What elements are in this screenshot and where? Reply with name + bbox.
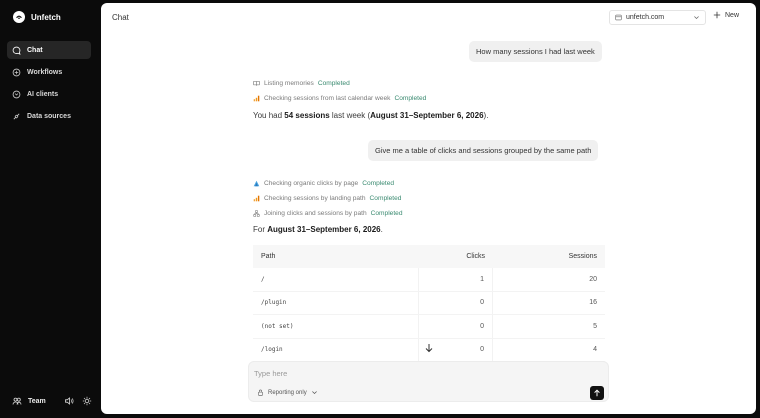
team-label: Team — [28, 397, 46, 405]
main-panel: Chat unfetch.com New How many sessions I… — [101, 3, 756, 414]
sidebar-footer: Team — [12, 396, 92, 406]
top-bar: Chat unfetch.com New — [101, 3, 756, 31]
lock-icon — [258, 389, 263, 396]
cell-clicks: 0 — [480, 322, 484, 330]
sidebar-item-ai-clients[interactable]: AI clients — [7, 85, 91, 103]
cell-path: /plugin — [261, 299, 287, 307]
table-row: /plugin 0 16 — [253, 291, 605, 315]
answer-count: 54 sessions — [284, 111, 330, 120]
cell-path: /login — [261, 346, 283, 354]
bar-chart-icon — [253, 195, 260, 202]
new-chat-button[interactable]: New — [713, 11, 739, 19]
cell-clicks: 1 — [480, 275, 484, 283]
answer-text: For — [253, 225, 268, 234]
cell-sessions: 16 — [589, 299, 597, 307]
tool-step-text: Checking sessions by landing path — [264, 195, 366, 202]
table-header: Path Clicks Sessions — [253, 245, 605, 268]
assistant-answer: For August 31–September 6, 2026. — [253, 225, 383, 234]
user-message: How many sessions I had last week — [469, 41, 602, 62]
tool-step: Checking sessions from last calendar wee… — [253, 95, 426, 102]
tool-step-text: Checking sessions from last calendar wee… — [264, 95, 391, 102]
tool-step-status: Completed — [394, 95, 427, 102]
sidebar-item-label: Chat — [27, 46, 43, 54]
cell-clicks: 0 — [480, 346, 484, 354]
tool-step: Checking sessions by landing path Comple… — [253, 195, 401, 202]
workflows-icon — [12, 68, 21, 76]
tool-step-status: Completed — [317, 80, 350, 87]
tool-step: Joining clicks and sessions by path Comp… — [253, 210, 403, 217]
cell-sessions: 20 — [589, 275, 597, 283]
column-header-clicks: Clicks — [466, 253, 485, 260]
new-chat-label: New — [725, 11, 740, 19]
answer-date-range: August 31–September 6, 2026 — [267, 225, 381, 234]
sidebar-item-label: AI clients — [27, 90, 59, 98]
plus-icon — [713, 11, 721, 19]
answer-date-range: August 31–September 6, 2026 — [370, 111, 484, 120]
answer-text: You had — [253, 111, 285, 120]
search-console-icon — [253, 180, 260, 187]
tool-step: Checking organic clicks by page Complete… — [253, 180, 394, 187]
page-title: Chat — [112, 13, 129, 22]
user-message: Give me a table of clicks and sessions g… — [368, 140, 599, 161]
assistant-answer: You had 54 sessions last week (August 31… — [253, 111, 488, 120]
cell-sessions: 4 — [593, 346, 597, 354]
site-select[interactable]: unfetch.com — [609, 10, 706, 25]
sidebar-nav: Chat Workflows AI clients Data sources — [7, 41, 91, 129]
sidebar-item-workflows[interactable]: Workflows — [7, 63, 91, 81]
brand[interactable]: Unfetch — [13, 11, 61, 23]
sidebar-item-label: Workflows — [27, 68, 63, 76]
site-icon — [615, 14, 622, 21]
sidebar-item-label: Data sources — [27, 112, 71, 120]
sidebar-item-data-sources[interactable]: Data sources — [7, 107, 91, 125]
tool-step-status: Completed — [362, 180, 395, 187]
sidebar: Unfetch Chat Workflows AI clients Data s… — [0, 0, 101, 418]
sidebar-item-chat[interactable]: Chat — [7, 41, 91, 59]
app-name: Unfetch — [31, 12, 61, 22]
arrow-up-icon — [594, 389, 600, 397]
team-icon — [12, 397, 22, 405]
footer-icons — [64, 396, 92, 406]
answer-text: . — [380, 225, 383, 234]
chat-icon — [12, 46, 21, 55]
site-select-value: unfetch.com — [626, 14, 665, 21]
speaker-icon[interactable] — [64, 396, 74, 406]
team-button[interactable]: Team — [12, 396, 46, 406]
column-header-path: Path — [261, 253, 276, 260]
chevron-down-icon — [694, 16, 699, 20]
answer-text: last week ( — [329, 111, 371, 120]
cell-path: / — [261, 275, 265, 283]
tool-step-text: Listing memories — [264, 80, 314, 87]
send-button[interactable] — [590, 386, 604, 400]
composer: Reporting only — [248, 361, 609, 402]
mode-label: Reporting only — [268, 389, 307, 396]
unfetch-logo-icon — [13, 11, 25, 23]
column-header-sessions: Sessions — [568, 253, 597, 260]
tool-step-text: Checking organic clicks by page — [264, 180, 359, 187]
ai-clients-icon — [12, 90, 21, 98]
message-input[interactable] — [254, 369, 554, 378]
tool-step-status: Completed — [369, 195, 402, 202]
join-icon — [253, 210, 260, 217]
chevron-down-icon — [311, 391, 317, 395]
book-icon — [253, 81, 260, 86]
bar-chart-icon — [253, 95, 260, 102]
answer-text: ). — [483, 111, 489, 120]
cell-clicks: 0 — [480, 299, 484, 307]
sun-icon[interactable] — [82, 396, 92, 406]
tool-step-text: Joining clicks and sessions by path — [264, 210, 367, 217]
cell-path: (not set) — [261, 322, 294, 330]
tool-step-status: Completed — [370, 210, 403, 217]
tool-step: Listing memories Completed — [253, 80, 350, 87]
data-sources-icon — [13, 113, 20, 119]
cell-sessions: 5 — [593, 322, 597, 330]
mode-select[interactable]: Reporting only — [257, 389, 318, 396]
table-row: (not set) 0 5 — [253, 315, 605, 339]
table-row: / 1 20 — [253, 268, 605, 292]
scroll-down-icon[interactable] — [424, 343, 434, 353]
